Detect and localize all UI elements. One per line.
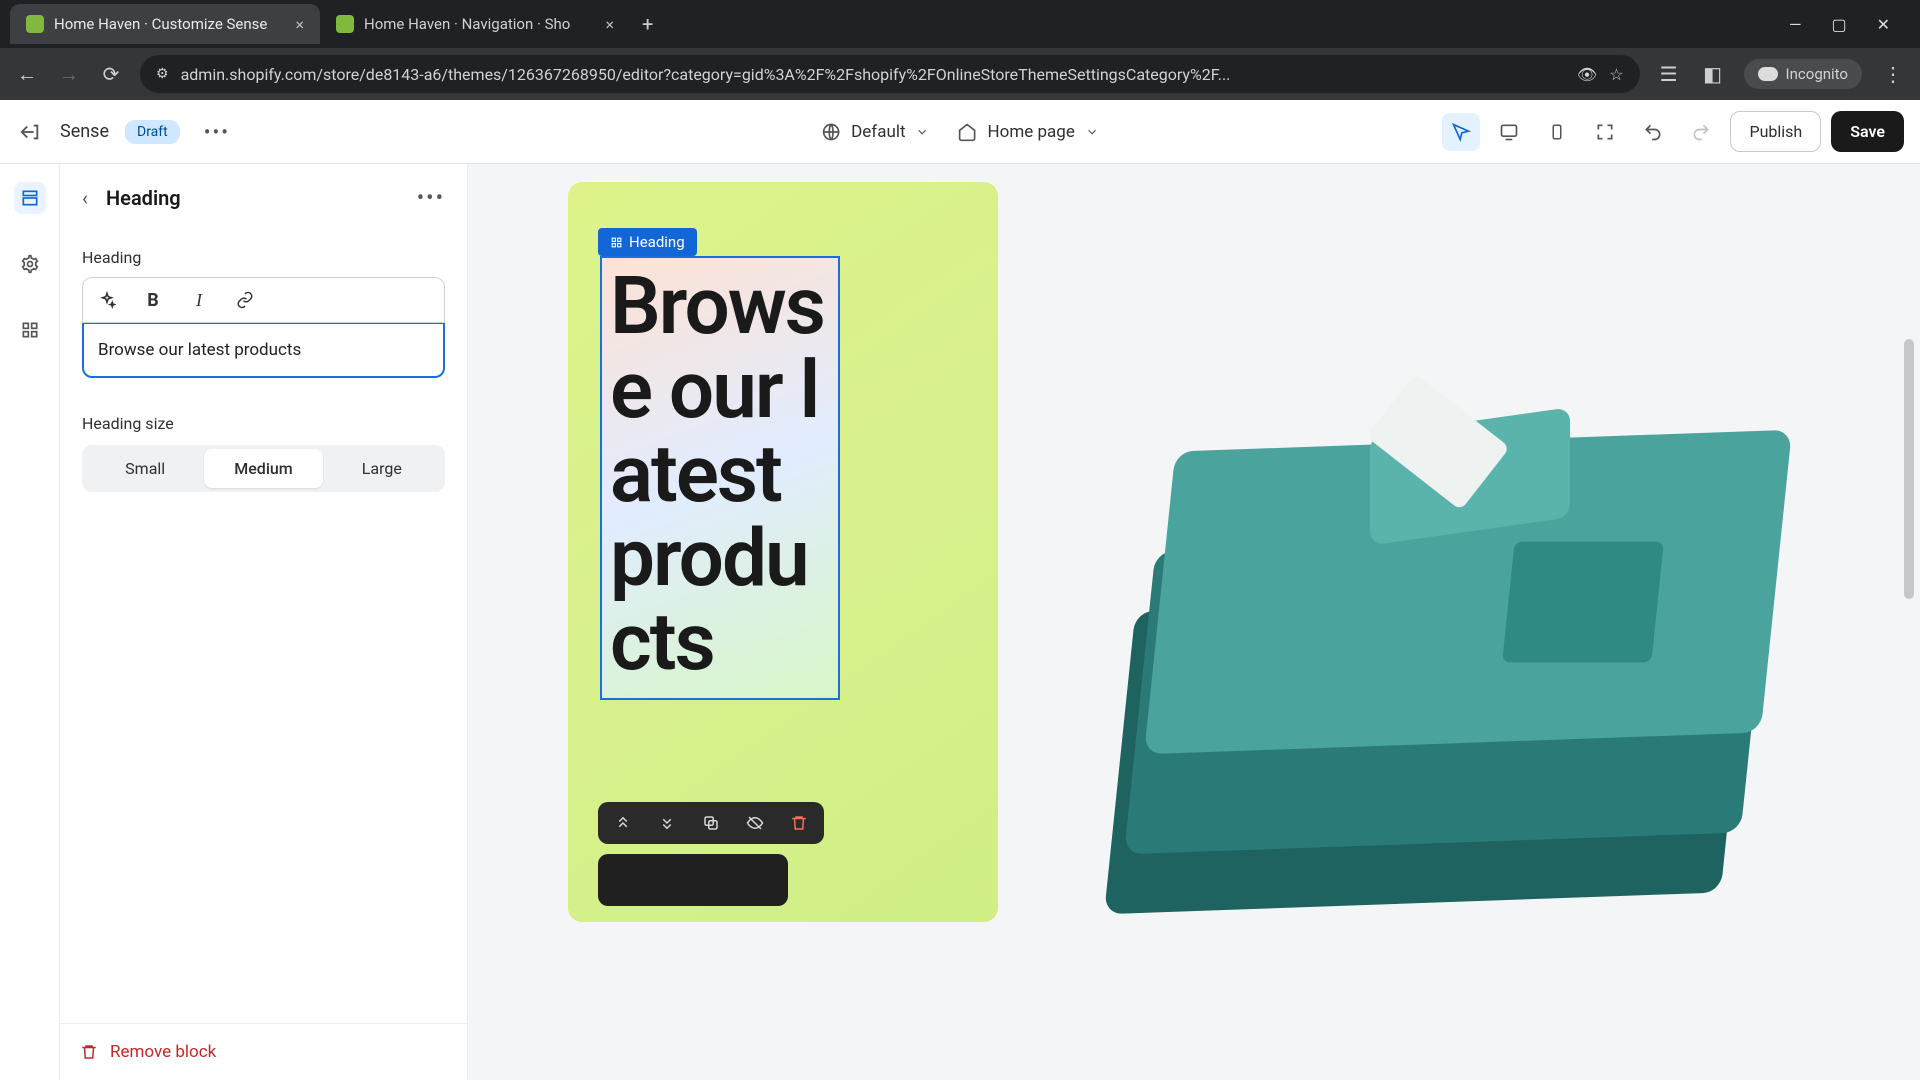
size-small-button[interactable]: Small xyxy=(86,449,204,488)
back-button[interactable]: ← xyxy=(14,61,40,87)
browser-chrome: Home Haven · Customize Sense × Home Have… xyxy=(0,0,1920,100)
delete-icon[interactable] xyxy=(788,812,810,834)
page-selector-label: Home page xyxy=(988,122,1075,142)
chevron-down-icon xyxy=(916,125,930,139)
heading-size-segment: Small Medium Large xyxy=(82,445,445,492)
selection-tag: Heading xyxy=(598,228,697,256)
template-selector-label: Default xyxy=(851,122,905,142)
url-field[interactable]: ⚙ admin.shopify.com/store/de8143-a6/them… xyxy=(140,55,1640,93)
template-selector[interactable]: Default xyxy=(821,122,929,142)
incognito-label: Incognito xyxy=(1786,65,1848,83)
fullscreen-view-button[interactable] xyxy=(1586,113,1624,151)
panel-back-button[interactable]: ‹ xyxy=(74,182,96,214)
site-info-icon[interactable]: ⚙ xyxy=(156,66,169,82)
eye-off-icon[interactable]: 👁 xyxy=(1577,65,1597,84)
url-text: admin.shopify.com/store/de8143-a6/themes… xyxy=(181,65,1565,84)
sections-tab-icon[interactable] xyxy=(14,182,46,214)
mobile-view-button[interactable] xyxy=(1538,113,1576,151)
left-rail xyxy=(0,164,60,1080)
tab-bar: Home Haven · Customize Sense × Home Have… xyxy=(0,0,1920,48)
preview-heading-selection[interactable]: Browse our latest products xyxy=(600,256,840,700)
preview-product-image xyxy=(1028,192,1788,892)
size-medium-button[interactable]: Medium xyxy=(204,449,322,488)
publish-button[interactable]: Publish xyxy=(1730,111,1821,152)
link-button[interactable] xyxy=(233,288,257,312)
theme-name: Sense xyxy=(60,121,109,142)
inspector-mode-button[interactable] xyxy=(1442,113,1480,151)
more-actions-button[interactable]: ••• xyxy=(196,116,238,148)
tab-title: Home Haven · Navigation · Sho xyxy=(364,15,595,33)
incognito-icon xyxy=(1758,67,1778,81)
save-button[interactable]: Save xyxy=(1831,111,1904,152)
preview-canvas[interactable]: Heading Browse our latest products xyxy=(468,164,1920,1080)
tab-close-icon[interactable]: × xyxy=(605,15,614,34)
minimize-icon[interactable]: — xyxy=(1789,15,1802,34)
browser-tab[interactable]: Home Haven · Navigation · Sho × xyxy=(320,4,630,44)
tab-close-icon[interactable]: × xyxy=(295,15,304,34)
editor-main: ‹ Heading ••• Heading B I Heading siz xyxy=(0,164,1920,1080)
panel-title: Heading xyxy=(106,186,181,210)
reload-button[interactable]: ⟳ xyxy=(98,61,124,87)
status-badge: Draft xyxy=(125,120,180,144)
remove-block-label: Remove block xyxy=(110,1042,216,1062)
reader-icon[interactable]: ☰ xyxy=(1656,61,1682,87)
duplicate-icon[interactable] xyxy=(700,812,722,834)
close-window-icon[interactable]: ✕ xyxy=(1877,15,1890,34)
incognito-badge[interactable]: Incognito xyxy=(1744,59,1862,89)
selection-tag-label: Heading xyxy=(629,233,685,251)
remove-block-button[interactable]: Remove block xyxy=(60,1023,467,1080)
heading-field-label: Heading xyxy=(82,248,445,267)
canvas-scrollbar[interactable] xyxy=(1902,164,1916,1080)
move-up-icon[interactable] xyxy=(612,812,634,834)
heading-input[interactable] xyxy=(82,323,445,378)
theme-editor-app: Sense Draft ••• Default Home page xyxy=(0,100,1920,1080)
italic-button[interactable]: I xyxy=(187,288,211,312)
bold-button[interactable]: B xyxy=(141,288,165,312)
editor-topbar: Sense Draft ••• Default Home page xyxy=(0,100,1920,164)
undo-button[interactable] xyxy=(1634,113,1672,151)
maximize-icon[interactable]: ▢ xyxy=(1831,15,1846,34)
block-action-toolbar xyxy=(598,802,824,844)
scrollbar-thumb[interactable] xyxy=(1904,339,1914,599)
heading-size-label: Heading size xyxy=(82,414,445,433)
settings-panel: ‹ Heading ••• Heading B I Heading siz xyxy=(60,164,468,1080)
preview-button-shadow xyxy=(598,854,788,906)
preview-heading-text: Browse our latest products xyxy=(610,264,830,684)
address-bar: ← → ⟳ ⚙ admin.shopify.com/store/de8143-a… xyxy=(0,48,1920,100)
move-down-icon[interactable] xyxy=(656,812,678,834)
exit-editor-button[interactable] xyxy=(16,118,44,146)
theme-settings-tab-icon[interactable] xyxy=(14,248,46,280)
panel-more-button[interactable]: ••• xyxy=(417,186,445,211)
redo-button[interactable] xyxy=(1682,113,1720,151)
window-controls: — ▢ ✕ xyxy=(1789,15,1910,34)
kebab-menu-icon[interactable]: ⋮ xyxy=(1880,61,1906,87)
favicon-icon xyxy=(336,15,354,33)
tab-title: Home Haven · Customize Sense xyxy=(54,15,285,33)
apps-tab-icon[interactable] xyxy=(14,314,46,346)
hide-icon[interactable] xyxy=(744,812,766,834)
ai-sparkle-icon[interactable] xyxy=(95,288,119,312)
desktop-view-button[interactable] xyxy=(1490,113,1528,151)
sidepanel-icon[interactable]: ◧ xyxy=(1700,61,1726,87)
browser-tab-active[interactable]: Home Haven · Customize Sense × xyxy=(10,4,320,44)
size-large-button[interactable]: Large xyxy=(323,449,441,488)
rich-text-toolbar: B I xyxy=(82,277,445,323)
new-tab-button[interactable]: + xyxy=(642,12,653,36)
preview-section-card[interactable]: Heading Browse our latest products xyxy=(568,182,998,922)
forward-button[interactable]: → xyxy=(56,61,82,87)
chevron-down-icon xyxy=(1085,125,1099,139)
star-icon[interactable]: ☆ xyxy=(1609,65,1623,84)
trash-icon xyxy=(80,1043,98,1061)
favicon-icon xyxy=(26,15,44,33)
page-selector[interactable]: Home page xyxy=(958,122,1099,142)
